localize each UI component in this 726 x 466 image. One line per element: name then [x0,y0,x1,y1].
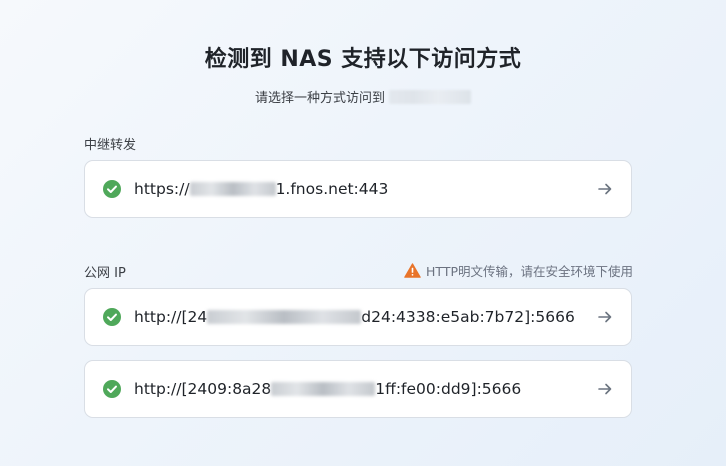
access-url: http://[2409:8a28 1ff:fe00:dd9]:5666 [134,380,521,398]
check-circle-icon [103,380,121,398]
section-label-relay: 中继转发 [84,138,137,153]
page-subtitle: 请选择一种方式访问到 [0,87,726,106]
redacted-device-name [389,90,471,104]
check-circle-icon [103,308,121,326]
arrow-right-icon[interactable] [597,181,613,197]
http-warning: HTTP明文传输，请在安全环境下使用 [404,261,633,280]
redacted-url-segment [207,310,362,324]
url-suffix: 1.fnos.net:443 [275,180,389,198]
access-option-public-ip-1[interactable]: http://[24 d24:4338:e5ab:7b72]:5666 [84,288,632,346]
url-prefix: http://[24 [134,308,208,326]
check-circle-icon [103,180,121,198]
section-label-public-ip: 公网 IP [84,266,126,281]
redacted-url-segment [271,382,376,396]
url-prefix: http://[2409:8a28 [134,380,272,398]
url-prefix: https:// [134,180,190,198]
url-suffix: d24:4338:e5ab:7b72]:5666 [361,308,575,326]
subtitle-text: 请选择一种方式访问到 [254,91,385,106]
access-option-public-ip-2[interactable]: http://[2409:8a28 1ff:fe00:dd9]:5666 [84,360,632,418]
page-title: 检测到 NAS 支持以下访问方式 [204,47,522,72]
warning-triangle-icon [404,263,421,278]
access-url: http://[24 d24:4338:e5ab:7b72]:5666 [134,308,575,326]
redacted-url-segment [189,182,276,196]
arrow-right-icon[interactable] [597,309,613,325]
arrow-right-icon[interactable] [597,381,613,397]
access-url: https:// 1.fnos.net:443 [134,180,388,198]
access-option-relay[interactable]: https:// 1.fnos.net:443 [84,160,632,218]
url-suffix: 1ff:fe00:dd9]:5666 [375,380,522,398]
warning-text: HTTP明文传输，请在安全环境下使用 [426,264,633,279]
